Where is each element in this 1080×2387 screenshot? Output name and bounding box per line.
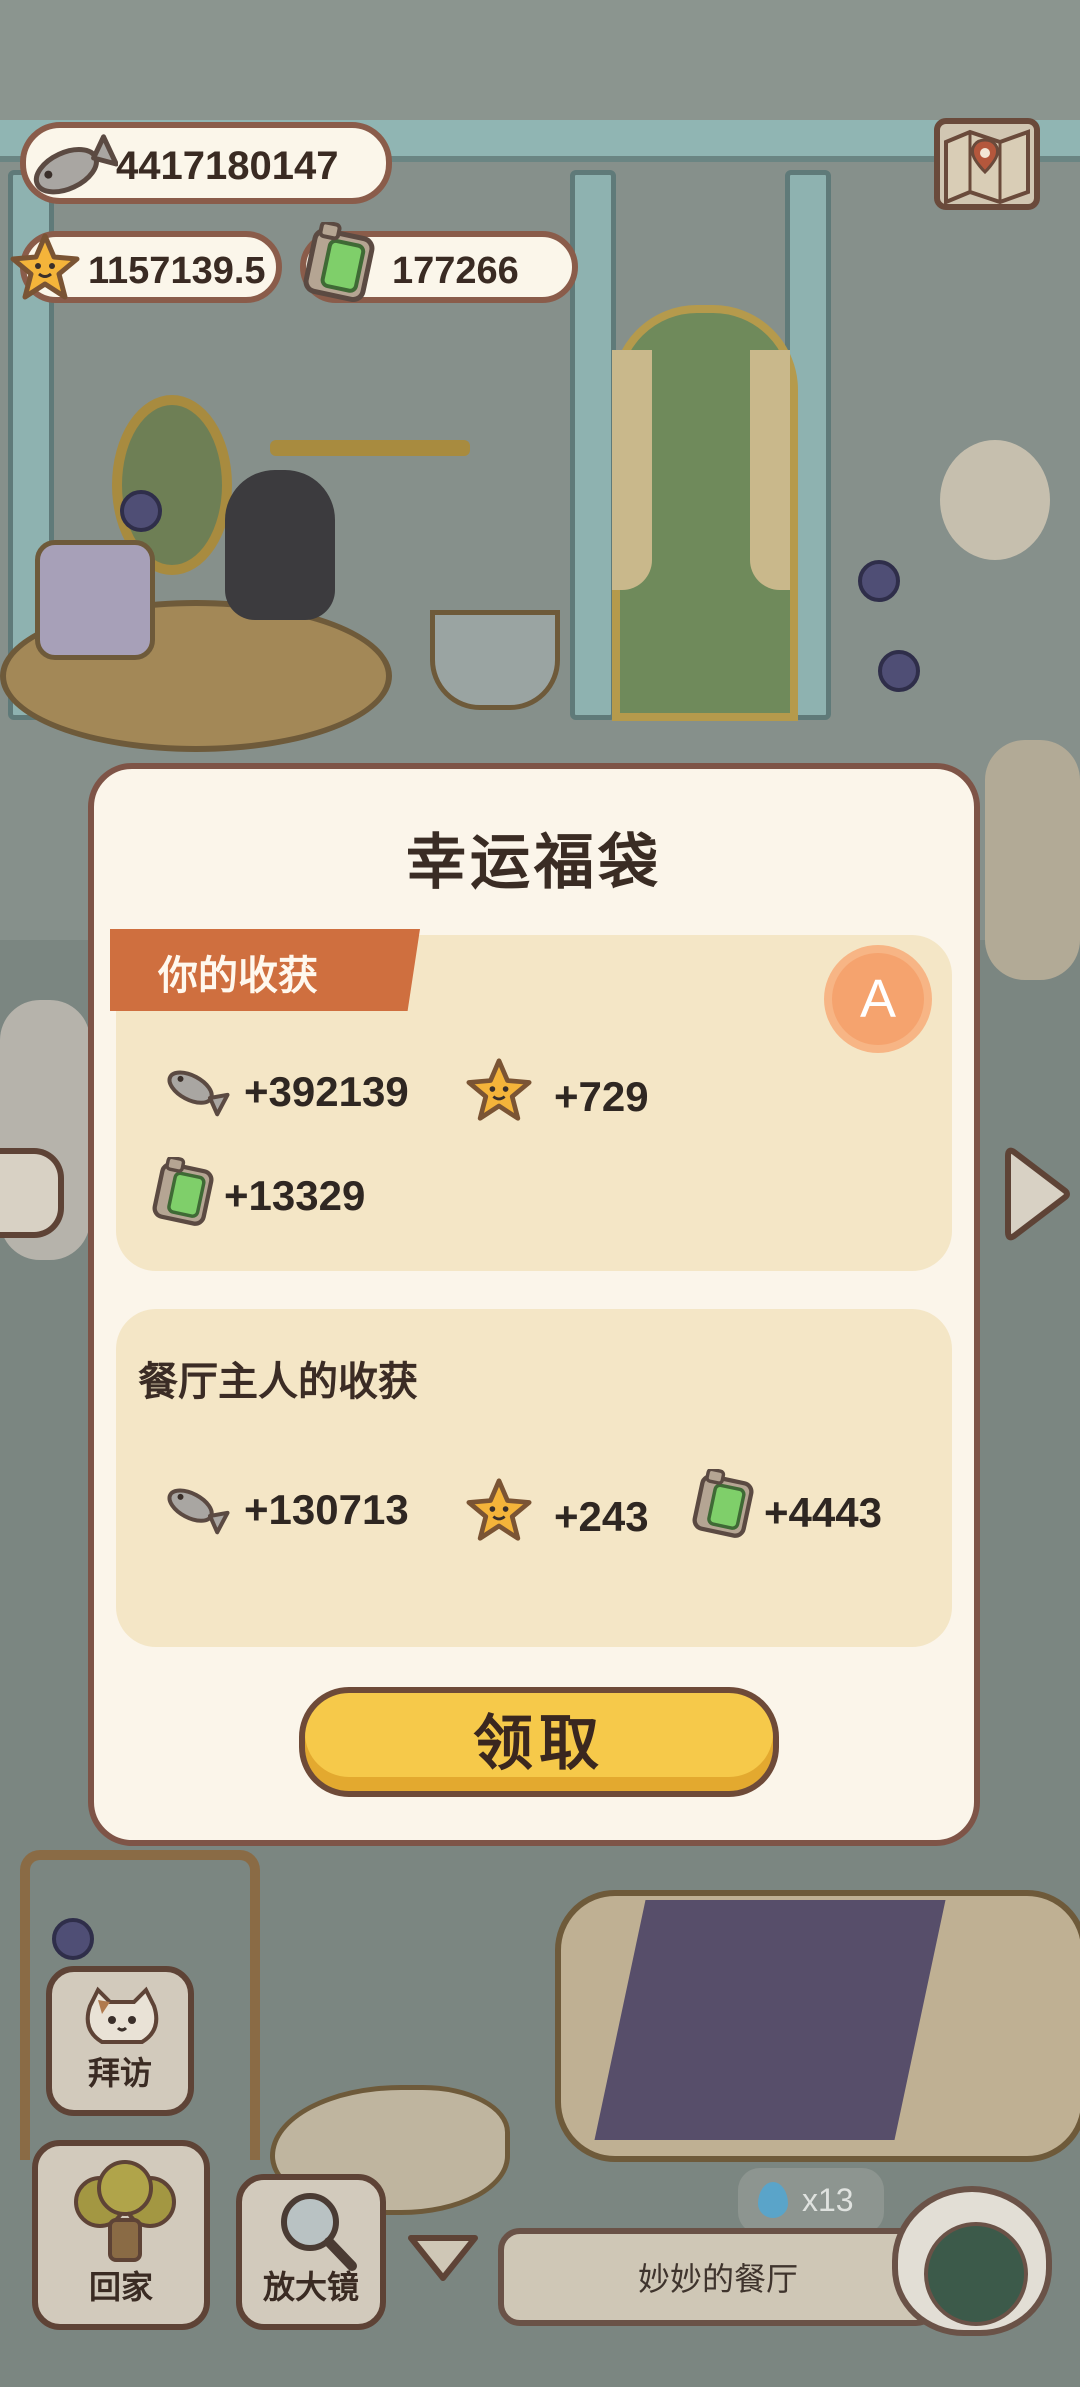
owner-rewards-label: 餐厅主人的收获 <box>138 1359 418 1405</box>
grade-letter: A <box>859 969 897 1029</box>
water-drop-icon <box>758 2182 788 2218</box>
flower-decoration <box>120 490 162 532</box>
dialog-title: 幸运福袋 <box>406 828 662 898</box>
owner-rewards-card: 餐厅主人的收获 +130713 +243 +4443 <box>116 1309 952 1647</box>
visit-button[interactable]: 拜访 <box>46 1966 194 2116</box>
fishbowl <box>430 610 560 710</box>
chevron-down-icon <box>403 2235 483 2290</box>
your-ticket-amount: +13329 <box>224 1172 366 1219</box>
cat-face-icon <box>80 1986 164 2054</box>
your-rewards-card: 你的收获 A +392139 +729 +13329 <box>110 929 952 1271</box>
your-fish-amount: +392139 <box>244 1068 409 1115</box>
your-rewards-ribbon: 你的收获 <box>110 929 420 1011</box>
water-counter: x13 <box>738 2168 884 2234</box>
table-runner <box>594 1900 946 2140</box>
owner-fish-amount: +130713 <box>244 1486 409 1533</box>
ceiling <box>0 0 1080 120</box>
owner-fish-reward: +130713 <box>160 1479 409 1541</box>
home-button[interactable]: 回家 <box>32 2140 210 2330</box>
ticket-icon <box>686 1467 760 1547</box>
owner-ticket-amount: +4443 <box>764 1489 882 1536</box>
flower-decoration <box>52 1918 94 1960</box>
your-star-reward: +729 <box>466 1057 649 1127</box>
your-rewards-label: 你的收获 <box>158 953 318 999</box>
home-label: 回家 <box>88 2268 153 2306</box>
fish-icon <box>160 1479 230 1541</box>
fish-icon <box>160 1061 230 1123</box>
claim-button[interactable]: 领取 <box>299 1687 779 1797</box>
star-icon <box>466 1057 532 1127</box>
magnifier-button[interactable]: 放大镜 <box>236 2174 386 2330</box>
ticket-icon <box>146 1155 220 1235</box>
curtain <box>612 350 652 590</box>
lucky-bag-dialog: 幸运福袋 你的收获 A +392139 +729 +13329 餐厅主人的收获 … <box>88 763 980 1846</box>
next-arrow-button[interactable] <box>1004 1146 1074 1246</box>
avatar-image <box>924 2222 1028 2326</box>
pillar <box>570 170 616 720</box>
fish-amount: 4417180147 <box>116 144 339 188</box>
your-ticket-reward: +13329 <box>146 1155 366 1235</box>
owner-star-reward: +243 <box>466 1477 649 1547</box>
star-amount: 1157139.5 <box>88 250 266 292</box>
map-button[interactable] <box>934 118 1040 210</box>
owner-star-amount: +243 <box>554 1493 649 1540</box>
restaurant-name-bar[interactable]: 妙妙的餐厅 <box>498 2228 938 2326</box>
star-icon <box>466 1477 532 1547</box>
cat-customer <box>985 740 1080 980</box>
prev-arrow-button[interactable] <box>0 1148 64 1238</box>
cake <box>35 540 155 660</box>
curtain <box>750 350 790 590</box>
ticket-amount: 177266 <box>392 250 519 292</box>
ticket-icon <box>296 220 382 312</box>
grade-badge: A <box>832 953 924 1045</box>
fish-counter: 4417180147 <box>20 122 392 204</box>
flower-decoration <box>858 560 900 602</box>
magnifier-label: 放大镜 <box>262 2268 359 2306</box>
owner-ticket-reward: +4443 <box>686 1467 882 1547</box>
claim-button-label: 领取 <box>473 1708 605 1779</box>
restaurant-name: 妙妙的餐厅 <box>637 2260 798 2298</box>
collapse-button[interactable] <box>403 2230 483 2286</box>
flower-decoration <box>878 650 920 692</box>
visit-label: 拜访 <box>87 2054 152 2092</box>
fish-icon <box>22 130 119 212</box>
owner-avatar[interactable] <box>892 2186 1052 2336</box>
your-star-amount: +729 <box>554 1073 649 1120</box>
wall-shelf <box>270 440 470 456</box>
angel-cat <box>940 440 1050 560</box>
star-icon <box>10 232 80 306</box>
black-cat-chef <box>225 470 335 620</box>
tree-house-icon <box>70 2160 180 2268</box>
water-count: x13 <box>802 2182 854 2218</box>
your-fish-reward: +392139 <box>160 1061 409 1123</box>
